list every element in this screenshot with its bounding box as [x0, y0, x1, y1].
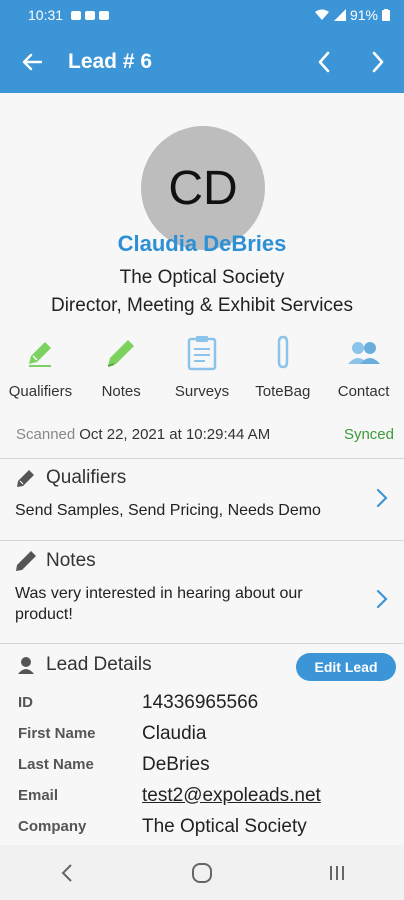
scanned-timestamp: Oct 22, 2021 at 10:29:44 AM	[79, 426, 271, 443]
wifi-icon	[314, 9, 329, 20]
signal-icon	[333, 9, 346, 21]
status-time: 10:31	[28, 7, 64, 23]
qualifiers-value: Send Samples, Send Pricing, Needs Demo	[15, 502, 321, 519]
contact-people-icon	[342, 331, 386, 375]
detail-key: First Name	[18, 725, 96, 742]
detail-value: Claudia	[142, 722, 207, 744]
surveys-action-label: Surveys	[174, 383, 230, 400]
sync-status: Synced	[343, 426, 394, 443]
status-right: 91%	[314, 7, 390, 23]
divider	[0, 540, 404, 541]
home-icon	[191, 862, 212, 883]
detail-key: Company	[18, 818, 87, 835]
email-link[interactable]: test2@expoleads.net	[142, 785, 321, 807]
scanned-label: Scanned	[16, 426, 76, 443]
action-bar: Qualifiers Notes Surveys ToteBag Contact	[0, 331, 404, 400]
qualifiers-section[interactable]: Qualifiers Send Samples, Send Pricing, N…	[0, 466, 404, 542]
lead-details-list: ID 14336965566 First Name Claudia Last N…	[18, 687, 398, 842]
lead-name: Claudia DeBries	[117, 231, 287, 256]
battery-level: 91%	[349, 7, 378, 23]
mail-icon	[99, 10, 110, 20]
qualifiers-section-header: Qualifiers	[0, 466, 404, 490]
chevron-right-icon	[374, 587, 390, 611]
notes-action-button[interactable]: Notes	[81, 331, 162, 400]
notes-value: Was very interested in hearing about our…	[15, 585, 303, 623]
notification-icons	[71, 10, 110, 20]
surveys-action-button[interactable]: Surveys	[162, 331, 243, 400]
paperclip-icon	[261, 331, 305, 375]
chevron-right-icon	[372, 51, 384, 72]
qualifiers-icon	[18, 331, 62, 375]
previous-lead-button[interactable]	[304, 30, 344, 93]
edit-lead-button[interactable]: Edit Lead	[296, 653, 396, 681]
qualifiers-section-icon	[14, 466, 38, 490]
recents-icon	[329, 865, 344, 880]
person-icon	[14, 653, 38, 677]
image-icon	[85, 10, 96, 20]
battery-icon	[382, 9, 390, 21]
notes-section-header: Notes	[0, 549, 404, 573]
totebag-action-button[interactable]: ToteBag	[242, 331, 323, 400]
scan-info: Scanned Oct 22, 2021 at 10:29:44 AM Sync…	[16, 426, 394, 443]
system-nav-bar	[0, 845, 404, 900]
notes-action-label: Notes	[101, 383, 141, 400]
notes-section-icon	[14, 549, 38, 573]
back-button[interactable]	[0, 30, 64, 93]
lead-content[interactable]: CD Claudia DeBries The Optical Society D…	[0, 93, 404, 845]
notes-section[interactable]: Notes Was very interested in hearing abo…	[0, 549, 404, 642]
back-chevron-icon	[61, 863, 73, 882]
qualifiers-section-title: Qualifiers	[46, 467, 127, 488]
contact-action-label: Contact	[337, 383, 390, 400]
lead-job-title: Director, Meeting & Exhibit Services	[50, 295, 353, 316]
detail-key: Last Name	[18, 756, 94, 773]
qualifiers-action-label: Qualifiers	[8, 383, 73, 400]
chevron-right-icon	[374, 486, 390, 510]
clipboard-icon	[180, 331, 224, 375]
arrow-left-icon	[22, 53, 42, 70]
detail-value: The Optical Society	[142, 815, 307, 837]
divider	[0, 643, 404, 644]
qualifiers-action-button[interactable]: Qualifiers	[0, 331, 81, 400]
totebag-action-label: ToteBag	[255, 383, 311, 400]
status-bar: 10:31 91%	[0, 0, 404, 30]
contact-action-button[interactable]: Contact	[323, 331, 404, 400]
divider	[0, 458, 404, 459]
notes-section-title: Notes	[46, 550, 96, 571]
detail-row-last-name: Last Name DeBries	[18, 749, 398, 780]
detail-value: DeBries	[142, 753, 210, 775]
system-recents-button[interactable]	[317, 853, 357, 893]
system-back-button[interactable]	[47, 853, 87, 893]
notification-icon	[71, 10, 82, 20]
detail-key: ID	[18, 694, 33, 711]
lead-details-title: Lead Details	[46, 654, 152, 675]
system-home-button[interactable]	[182, 853, 222, 893]
app-bar: Lead # 6	[0, 30, 404, 93]
detail-row-email: Email test2@expoleads.net	[18, 780, 398, 811]
page-title: Lead # 6	[68, 49, 153, 73]
notes-pencil-icon	[99, 331, 143, 375]
next-lead-button[interactable]	[358, 30, 398, 93]
detail-key: Email	[18, 787, 59, 804]
chevron-left-icon	[318, 51, 330, 72]
detail-value: 14336965566	[142, 691, 259, 713]
detail-row-company: Company The Optical Society	[18, 811, 398, 842]
detail-row-first-name: First Name Claudia	[18, 718, 398, 749]
detail-row-id: ID 14336965566	[18, 687, 398, 718]
lead-company: The Optical Society	[119, 267, 285, 288]
